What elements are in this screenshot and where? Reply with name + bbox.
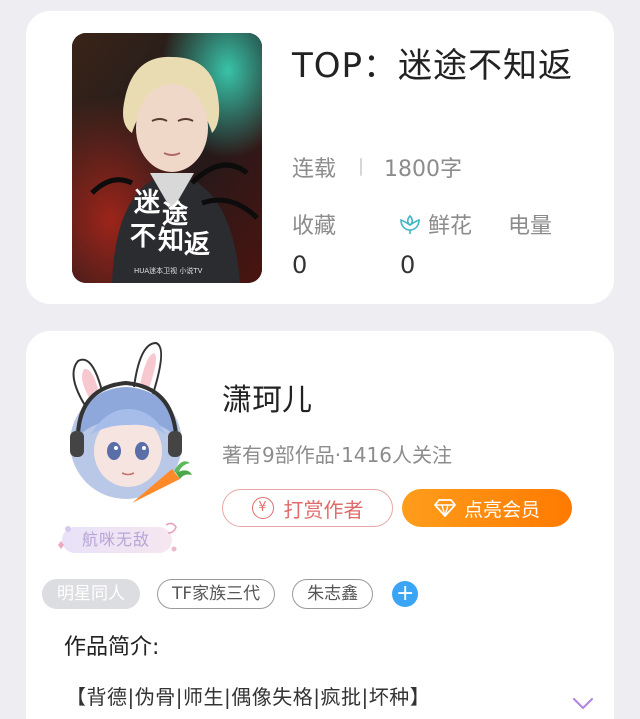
book-title: TOP：迷途不知返 bbox=[292, 46, 574, 86]
book-meta: 连载 1800字 bbox=[292, 151, 462, 183]
add-tag-button[interactable]: + bbox=[392, 581, 419, 607]
book-word-count: 1800字 bbox=[384, 157, 463, 182]
diamond-icon bbox=[434, 499, 456, 517]
intro-heading: 作品简介: bbox=[64, 635, 160, 660]
favorites-label[interactable]: 收藏 bbox=[292, 208, 336, 240]
author-stats: 著有9部作品·1416人关注 bbox=[222, 443, 452, 467]
cover-art: 迷 途 不 知 返 HUA迷本卫视 小说TV bbox=[72, 33, 262, 283]
activate-vip-label: 点亮会员 bbox=[463, 498, 540, 521]
tag-item[interactable]: TF家族三代 bbox=[157, 579, 276, 609]
cover-title-5: 返 bbox=[184, 230, 210, 260]
flowers-count: 0 bbox=[400, 251, 416, 279]
meta-divider bbox=[360, 158, 363, 176]
activate-vip-button[interactable]: 点亮会员 bbox=[402, 489, 572, 527]
badge-text: 航咪无敌 bbox=[82, 530, 151, 549]
book-info-card: 迷 途 不 知 返 HUA迷本卫视 小说TV TOP：迷途不知返 连载 1800… bbox=[26, 11, 614, 304]
tag-item[interactable]: 明星同人 bbox=[42, 579, 140, 609]
author-name[interactable]: 潇珂儿 bbox=[222, 375, 312, 419]
reward-author-button[interactable]: ¥ 打赏作者 bbox=[222, 489, 393, 527]
chevron-down-icon[interactable] bbox=[572, 697, 594, 711]
cover-title-3: 不 bbox=[130, 222, 156, 252]
flowers-label: 鲜花 bbox=[428, 214, 473, 239]
book-cover[interactable]: 迷 途 不 知 返 HUA迷本卫视 小说TV bbox=[72, 33, 262, 283]
cover-footer: HUA迷本卫视 小说TV bbox=[134, 266, 203, 275]
book-status: 连载 bbox=[292, 157, 337, 182]
cover-title-1: 迷 bbox=[134, 188, 161, 218]
favorites-count: 0 bbox=[292, 251, 308, 279]
energy-label[interactable]: 电量 bbox=[508, 208, 552, 240]
coin-icon: ¥ bbox=[251, 497, 274, 519]
author-badge: 航咪无敌 bbox=[54, 519, 182, 557]
tag-item[interactable]: 朱志鑫 bbox=[292, 579, 374, 609]
flower-icon bbox=[400, 214, 420, 234]
cover-title-4: 知 bbox=[158, 226, 184, 256]
author-card: 潇珂儿 著有9部作品·1416人关注 ¥ 打赏作者 点亮会员 航咪无敌 明星同人… bbox=[26, 331, 614, 719]
reward-author-label: 打赏作者 bbox=[283, 497, 364, 522]
intro-text: 【背德|伪骨|师生|偶像失格|疯批|坏种】 bbox=[66, 685, 431, 709]
avatar-image bbox=[70, 341, 192, 503]
flowers-stat[interactable]: 鲜花 bbox=[398, 208, 472, 240]
tag-list: 明星同人 TF家族三代 朱志鑫 + bbox=[42, 579, 419, 609]
